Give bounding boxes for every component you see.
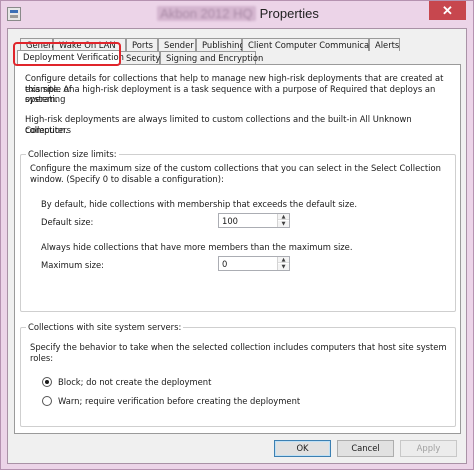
size-limits-desc-line-2: window. (Specify 0 to disable a configur… xyxy=(30,173,224,184)
intro-text-line-3: system. xyxy=(25,94,58,104)
maximum-size-hint: Always hide collections that have more m… xyxy=(41,242,353,252)
ok-button[interactable]: OK xyxy=(274,440,331,457)
tab-security[interactable]: Security xyxy=(120,51,160,64)
default-size-value: 100 xyxy=(222,216,238,226)
tab-sender[interactable]: Sender xyxy=(158,38,196,51)
default-size-spinbox[interactable]: 100 ▲ ▼ xyxy=(218,213,290,228)
warn-radio-label[interactable]: Warn; require verification before creati… xyxy=(58,396,300,407)
default-size-spin-arrows: ▲ ▼ xyxy=(277,214,289,227)
warn-radio[interactable] xyxy=(42,396,52,406)
maximum-size-label: Maximum size: xyxy=(41,260,104,270)
spin-up-icon[interactable]: ▲ xyxy=(278,214,289,220)
block-radio-label[interactable]: Block; do not create the deployment xyxy=(58,377,211,388)
site-system-servers-legend: Collections with site system servers: xyxy=(26,322,184,332)
maximum-size-spin-arrows: ▲ ▼ xyxy=(277,257,289,270)
window-title: Akbon 2012 HQ Properties xyxy=(1,6,474,21)
limit-text-line-2: collection. xyxy=(25,124,68,135)
intro-text-line-2: example of a high-risk deployment is a t… xyxy=(25,83,436,105)
collection-size-limits-legend: Collection size limits: xyxy=(26,149,119,159)
close-icon: ✕ xyxy=(442,3,453,18)
tab-client-computer-communication[interactable]: Client Computer Communication xyxy=(242,38,385,51)
window-title-text: Properties xyxy=(259,6,319,21)
limit-text-line-1: High-risk deployments are always limited… xyxy=(25,114,412,135)
collection-size-limits-group: Collection size limits: Configure the ma… xyxy=(20,149,456,312)
tab-deployment-verification[interactable]: Deployment Verification xyxy=(17,50,124,65)
maximum-size-spinbox[interactable]: 0 ▲ ▼ xyxy=(218,256,290,271)
site-system-servers-group: Collections with site system servers: Sp… xyxy=(20,322,456,427)
default-size-label: Default size: xyxy=(41,217,94,227)
deployment-verification-panel: Configure details for collections that h… xyxy=(14,64,461,434)
tab-ports[interactable]: Ports xyxy=(126,38,158,51)
maximum-size-value: 0 xyxy=(222,259,228,269)
title-bar[interactable]: Akbon 2012 HQ Properties ✕ xyxy=(1,1,473,28)
size-limits-desc-line-1: Configure the maximum size of the custom… xyxy=(30,163,441,173)
spin-up-icon[interactable]: ▲ xyxy=(278,257,289,263)
tab-signing-and-encryption[interactable]: Signing and Encryption xyxy=(160,51,263,64)
tab-publishing[interactable]: Publishing xyxy=(196,38,245,51)
cancel-button[interactable]: Cancel xyxy=(337,440,394,457)
window-title-redacted: Akbon 2012 HQ xyxy=(157,6,256,21)
properties-window: Akbon 2012 HQ Properties ✕ General Wake O… xyxy=(0,0,474,470)
dialog-client-area: General Wake On LAN Ports Sender Publish… xyxy=(7,28,467,464)
spin-down-icon[interactable]: ▼ xyxy=(278,264,289,270)
apply-button[interactable]: Apply xyxy=(400,440,457,457)
site-servers-desc-line-2: roles: xyxy=(30,352,54,363)
default-size-hint: By default, hide collections with member… xyxy=(41,199,358,209)
block-radio[interactable] xyxy=(42,377,52,387)
close-button[interactable]: ✕ xyxy=(429,1,466,20)
site-servers-desc-line-1: Specify the behavior to take when the se… xyxy=(30,342,447,352)
spin-down-icon[interactable]: ▼ xyxy=(278,221,289,227)
tab-alerts[interactable]: Alerts xyxy=(369,38,400,51)
